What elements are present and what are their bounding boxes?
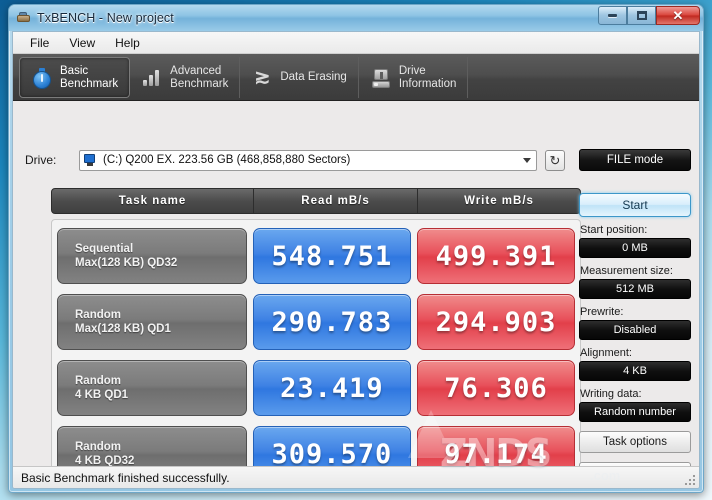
read-speed-value: 548.751: [252, 228, 411, 284]
file-mode-button[interactable]: FILE mode: [579, 149, 691, 171]
tab-basic-benchmark[interactable]: Basic Benchmark: [19, 57, 131, 98]
zigzag-icon: ≳: [254, 66, 271, 88]
tab-advanced-benchmark-label: Advanced Benchmark: [170, 65, 228, 91]
prewrite-label: Prewrite:: [580, 306, 624, 318]
write-speed-value: 294.903: [416, 294, 575, 350]
window-client-area: File View Help Basic Benchmark Advanced …: [12, 31, 700, 489]
close-icon: ✕: [672, 8, 684, 23]
stopwatch-icon: [31, 67, 53, 89]
drive-icon: [370, 67, 392, 89]
title-bar: TxBENCH - New project ✕: [9, 5, 703, 31]
window-controls: ✕: [598, 6, 700, 25]
tab-label-line1: Data Erasing: [280, 71, 347, 84]
table-row: Random Max(128 KB) QD1 290.783 294.903: [57, 292, 575, 352]
tab-advanced-benchmark[interactable]: Advanced Benchmark: [130, 57, 241, 98]
task-name-line2: Max(128 KB) QD32: [75, 257, 178, 269]
start-position-label: Start position:: [580, 224, 648, 236]
tab-label-line1: Drive: [398, 64, 426, 77]
task-name-line2: Max(128 KB) QD1: [75, 323, 171, 335]
column-header-read: Read mB/s: [254, 189, 418, 213]
status-message: Basic Benchmark finished successfully.: [21, 470, 230, 485]
main-panel: Drive: (C:) Q200 EX. 223.56 GB (468,858,…: [13, 101, 699, 488]
write-speed-value: 76.306: [416, 360, 575, 416]
drive-selected-value: (C:) Q200 EX. 223.56 GB (468,858,880 Sec…: [103, 154, 351, 166]
table-row: Random 4 KB QD1 23.419 76.306: [57, 358, 575, 418]
menu-bar: File View Help: [13, 32, 699, 54]
tab-label-line2: Benchmark: [170, 77, 229, 90]
task-name-cell[interactable]: Sequential Max(128 KB) QD32: [57, 228, 247, 284]
task-name-line1: Sequential: [75, 242, 134, 255]
menu-item-help[interactable]: Help: [106, 34, 149, 52]
table-row: Sequential Max(128 KB) QD32 548.751 499.…: [57, 226, 575, 286]
task-name-line2: 4 KB QD1: [75, 389, 129, 401]
tab-data-erasing[interactable]: ≳ Data Erasing: [240, 57, 359, 98]
menu-item-file[interactable]: File: [21, 34, 58, 52]
writing-data-label: Writing data:: [580, 388, 642, 400]
maximize-button[interactable]: [627, 6, 656, 25]
task-options-button[interactable]: Task options: [579, 431, 691, 453]
task-name-cell[interactable]: Random 4 KB QD1: [57, 360, 247, 416]
writing-data-value[interactable]: Random number: [579, 402, 691, 422]
tab-drive-information[interactable]: Drive Information: [359, 57, 469, 98]
minimize-icon: [608, 14, 617, 17]
application-window: TxBENCH - New project ✕ File View Help B…: [8, 4, 704, 493]
close-button[interactable]: ✕: [656, 6, 700, 25]
start-button[interactable]: Start: [579, 193, 691, 217]
measurement-size-value[interactable]: 512 MB: [579, 279, 691, 299]
drive-label: Drive:: [25, 153, 57, 167]
tab-data-erasing-label: Data Erasing: [280, 71, 346, 84]
hard-drive-icon: [84, 154, 98, 166]
refresh-button[interactable]: ↻: [545, 149, 565, 171]
status-bar: Basic Benchmark finished successfully.: [13, 466, 699, 488]
minimize-button[interactable]: [598, 6, 627, 25]
column-header-task: Task name: [52, 189, 254, 213]
task-name-line1: Random: [75, 308, 121, 321]
tab-label-line1: Advanced: [170, 64, 222, 77]
prewrite-value[interactable]: Disabled: [579, 320, 691, 340]
start-position-value[interactable]: 0 MB: [579, 238, 691, 258]
write-speed-value: 499.391: [416, 228, 575, 284]
tab-basic-benchmark-label: Basic Benchmark: [60, 65, 118, 91]
task-name-cell[interactable]: Random Max(128 KB) QD1: [57, 294, 247, 350]
task-name-line1: Random: [75, 374, 121, 387]
tab-drive-information-label: Drive Information: [399, 65, 457, 91]
results-header-row: Task name Read mB/s Write mB/s: [51, 188, 581, 214]
tab-label-line2: Information: [398, 77, 457, 90]
column-header-write: Write mB/s: [464, 195, 534, 207]
bar-chart-icon: [141, 67, 163, 89]
task-name-line1: Random: [75, 440, 121, 453]
alignment-label: Alignment:: [580, 347, 632, 359]
tab-strip: Basic Benchmark Advanced Benchmark ≳ Dat…: [13, 54, 699, 101]
read-speed-value: 23.419: [252, 360, 411, 416]
read-speed-value: 290.783: [252, 294, 411, 350]
maximize-icon: [636, 11, 647, 20]
benchmark-results: Task name Read mB/s Write mB/s Sequentia…: [51, 188, 581, 488]
measurement-size-label: Measurement size:: [580, 265, 673, 277]
alignment-value[interactable]: 4 KB: [579, 361, 691, 381]
tab-label-line1: Basic: [60, 64, 89, 77]
menu-item-view[interactable]: View: [60, 34, 104, 52]
drive-select[interactable]: (C:) Q200 EX. 223.56 GB (468,858,880 Sec…: [79, 149, 537, 171]
resize-grip-icon[interactable]: [683, 473, 697, 487]
results-body: Sequential Max(128 KB) QD32 548.751 499.…: [51, 219, 581, 488]
window-title: TxBENCH - New project: [37, 11, 174, 25]
chevron-down-icon[interactable]: [519, 152, 534, 169]
options-sidebar: FILE mode Start Start position: 0 MB Mea…: [579, 149, 691, 484]
app-icon: [16, 10, 32, 26]
tab-label-line2: Benchmark: [60, 77, 119, 90]
